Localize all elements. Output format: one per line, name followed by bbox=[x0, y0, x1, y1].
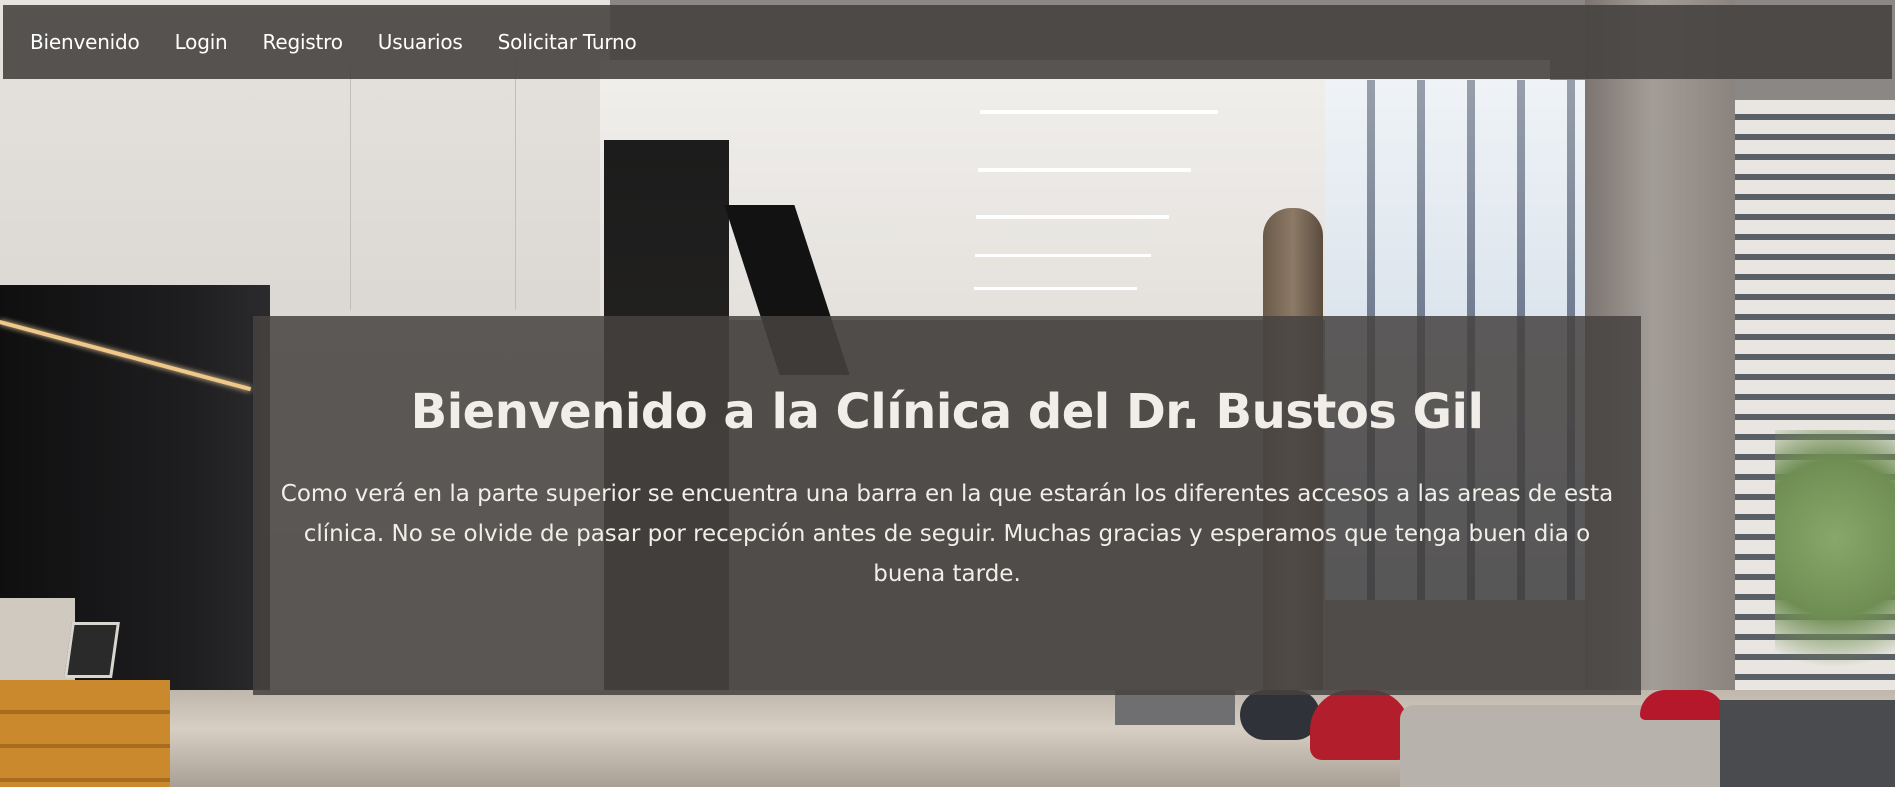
welcome-title: Bienvenido a la Clínica del Dr. Bustos G… bbox=[410, 384, 1484, 440]
top-navbar: Bienvenido Login Registro Usuarios Solic… bbox=[3, 5, 1892, 79]
welcome-panel: Bienvenido a la Clínica del Dr. Bustos G… bbox=[253, 316, 1641, 695]
welcome-text: Como verá en la parte superior se encuen… bbox=[280, 481, 1614, 587]
nav-link-registro[interactable]: Registro bbox=[263, 30, 343, 54]
nav-link-login[interactable]: Login bbox=[175, 30, 228, 54]
nav-link-bienvenido[interactable]: Bienvenido bbox=[30, 30, 140, 54]
page: Bienvenido Login Registro Usuarios Solic… bbox=[0, 0, 1895, 787]
nav-link-usuarios[interactable]: Usuarios bbox=[378, 30, 463, 54]
nav-link-solicitar-turno[interactable]: Solicitar Turno bbox=[498, 30, 637, 54]
